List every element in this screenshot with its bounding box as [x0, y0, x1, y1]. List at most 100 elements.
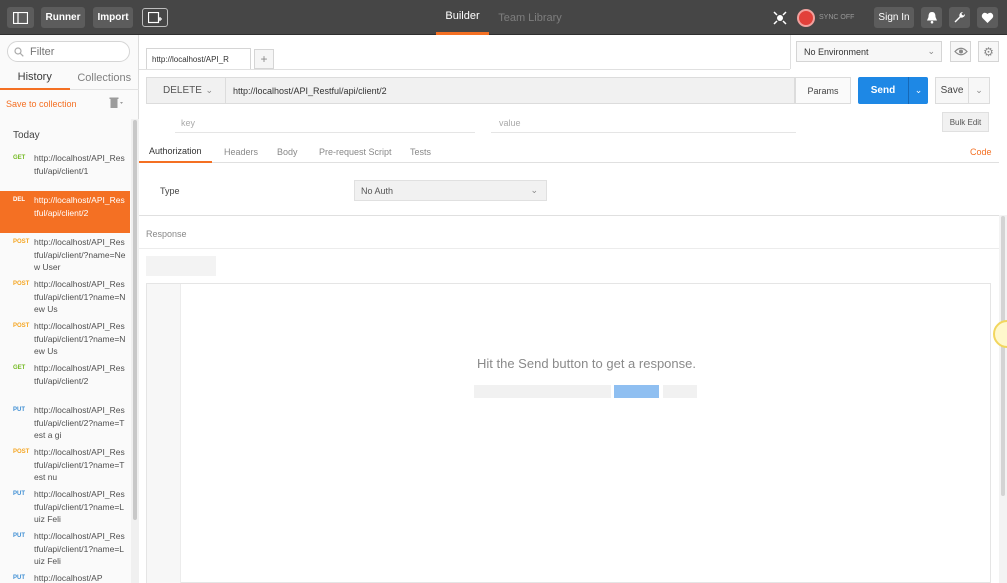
sync-icon	[797, 8, 815, 27]
auth-type-label: Type	[160, 186, 180, 196]
param-key-input[interactable]: key	[175, 114, 475, 133]
runner-button[interactable]: Runner	[41, 7, 85, 28]
response-label: Response	[146, 229, 187, 239]
tab-pre-request-script[interactable]: Pre-request Script	[319, 141, 392, 163]
filter-box[interactable]	[7, 41, 130, 62]
chevron-down-icon: ⌄	[205, 85, 213, 95]
history-item[interactable]: PUT http://localhost/API_Restful/api/cli…	[0, 485, 130, 527]
add-tab-button[interactable]: +	[254, 49, 274, 69]
method-badge: POST	[13, 323, 30, 329]
tab-history[interactable]: History	[0, 66, 70, 90]
response-divider-bottom	[139, 248, 999, 249]
sidebar: History Collections Save to collection T…	[0, 35, 139, 583]
method-badge: PUT	[13, 575, 25, 581]
empty-response-hint: Hit the Send button to get a response.	[477, 356, 696, 371]
history-url: http://localhost/API_Restful/api/client/…	[34, 195, 125, 218]
history-item[interactable]: POST http://localhost/API_Restful/api/cl…	[0, 317, 130, 359]
sync-status[interactable]: SYNC OFF	[797, 7, 857, 28]
trash-icon[interactable]	[109, 97, 123, 111]
response-divider	[139, 215, 999, 216]
env-divider	[790, 35, 791, 69]
history-url: http://localhost/API_Restful/api/client/…	[34, 447, 125, 482]
history-url: http://localhost/API_Restful/api/client/…	[34, 363, 125, 386]
interceptor-button[interactable]	[769, 7, 790, 28]
history-url: http://localhost/AP	[34, 573, 103, 583]
new-tab-icon	[148, 11, 162, 23]
method-badge: GET	[13, 155, 26, 161]
tab-divider	[139, 69, 790, 70]
auth-type-select[interactable]: No Auth ⌄	[354, 180, 547, 201]
environment-quicklook-button[interactable]	[950, 41, 971, 62]
tab-collections[interactable]: Collections	[69, 66, 139, 90]
method-badge: POST	[13, 449, 30, 455]
history-item[interactable]: GET http://localhost/API_Restful/api/cli…	[0, 149, 130, 191]
environment-select[interactable]: No Environment ⌄	[796, 41, 942, 62]
tab-team-library[interactable]: Team Library	[495, 0, 565, 35]
chevron-down-icon: ⌄	[927, 46, 935, 56]
method-badge: DEL	[13, 197, 25, 203]
main-scrollbar-thumb[interactable]	[1001, 216, 1005, 496]
history-section-today: Today	[13, 130, 40, 141]
code-link[interactable]: Code	[970, 141, 992, 163]
builder-main: http://localhost/API_R + No Environment …	[139, 35, 1007, 583]
sidebar-toggle-icon	[13, 11, 28, 24]
history-list: GET http://localhost/API_Restful/api/cli…	[0, 149, 130, 583]
params-button[interactable]: Params	[795, 77, 851, 104]
chevron-down-icon: ⌄	[530, 185, 538, 195]
method-select[interactable]: DELETE ⌄	[146, 77, 226, 104]
heart-icon	[981, 12, 994, 23]
history-item[interactable]: PUT http://localhost/AP	[0, 569, 130, 583]
send-dropdown-button[interactable]: ⌄	[908, 77, 928, 104]
history-item[interactable]: POST http://localhost/API_Restful/api/cl…	[0, 233, 130, 275]
bulk-edit-button[interactable]: Bulk Edit	[942, 112, 989, 132]
import-button[interactable]: Import	[93, 7, 133, 28]
history-item-active[interactable]: DEL http://localhost/API_Restful/api/cli…	[0, 191, 130, 233]
sidebar-toggle-button[interactable]	[7, 7, 34, 28]
save-button[interactable]: Save	[935, 77, 969, 104]
manage-environments-button[interactable]: ⚙	[978, 41, 999, 62]
history-url: http://localhost/API_Restful/api/client/…	[34, 321, 126, 356]
url-input[interactable]: http://localhost/API_Restful/api/client/…	[226, 77, 795, 104]
wrench-icon	[954, 11, 966, 23]
method-badge: POST	[13, 239, 30, 245]
history-item[interactable]: PUT http://localhost/API_Restful/api/cli…	[0, 527, 130, 569]
environment-value: No Environment	[804, 46, 869, 57]
history-url: http://localhost/API_Restful/api/client/…	[34, 531, 125, 566]
chevron-down-icon: ⌄	[975, 85, 983, 95]
top-bar: Runner Import Builder Team Library SYNC …	[0, 0, 1007, 35]
tab-builder[interactable]: Builder	[436, 0, 489, 35]
placeholder-bar	[663, 385, 697, 398]
param-value-input[interactable]: value	[491, 114, 796, 133]
sync-label: SYNC OFF	[819, 14, 855, 21]
save-to-collection-link[interactable]: Save to collection	[6, 99, 77, 109]
chevron-down-icon: ⌄	[914, 85, 923, 95]
method-badge: POST	[13, 281, 30, 287]
history-item[interactable]: PUT http://localhost/API_Restful/api/cli…	[0, 401, 130, 443]
sign-in-button[interactable]: Sign In	[874, 7, 914, 28]
save-dropdown-button[interactable]: ⌄	[969, 77, 990, 104]
response-body: Hit the Send button to get a response.	[146, 283, 991, 583]
tab-authorization[interactable]: Authorization	[139, 141, 212, 163]
new-tab-button[interactable]	[142, 8, 168, 27]
tab-headers[interactable]: Headers	[224, 141, 258, 163]
bell-icon	[926, 12, 937, 24]
history-url: http://localhost/API_Restful/api/client/…	[34, 405, 125, 440]
auth-type-value: No Auth	[361, 185, 394, 196]
heart-button[interactable]	[977, 7, 998, 28]
history-url: http://localhost/API_Restful/api/client/…	[34, 279, 126, 314]
history-item[interactable]: POST http://localhost/API_Restful/api/cl…	[0, 443, 130, 485]
placeholder-bar	[474, 385, 611, 398]
send-button[interactable]: Send	[858, 77, 908, 104]
tab-tests[interactable]: Tests	[410, 141, 431, 163]
method-value: DELETE	[163, 85, 202, 96]
settings-button[interactable]	[949, 7, 970, 28]
filter-input[interactable]	[30, 45, 120, 58]
notifications-button[interactable]	[921, 7, 942, 28]
method-badge: PUT	[13, 491, 25, 497]
tab-body[interactable]: Body	[277, 141, 298, 163]
history-item[interactable]: POST http://localhost/API_Restful/api/cl…	[0, 275, 130, 317]
sidebar-scrollbar-thumb[interactable]	[133, 120, 137, 520]
request-tab[interactable]: http://localhost/API_R	[146, 48, 251, 70]
history-item[interactable]: GET http://localhost/API_Restful/api/cli…	[0, 359, 130, 401]
placeholder-bar-accent	[614, 385, 659, 398]
